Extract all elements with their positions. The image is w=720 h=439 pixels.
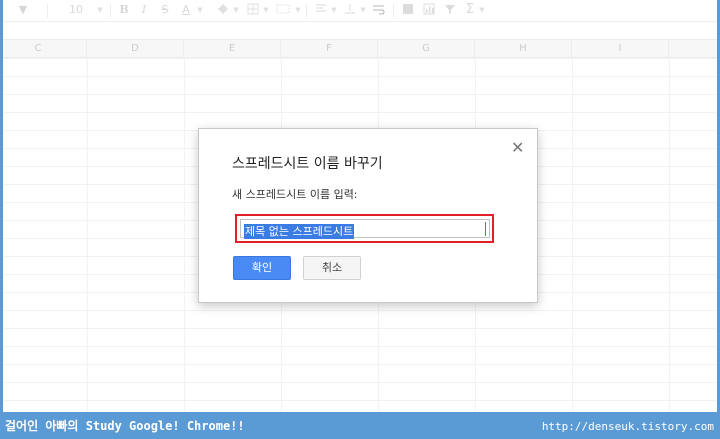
- close-icon[interactable]: ✕: [511, 140, 524, 156]
- text-cursor: [485, 222, 486, 236]
- watermark-url: http://denseuk.tistory.com: [541, 420, 714, 433]
- dialog-title: 스프레드시트 이름 바꾸기: [232, 156, 383, 172]
- selected-input-text: 제목 없는 스프레드시트: [244, 224, 355, 239]
- ok-button[interactable]: 확인: [233, 256, 291, 280]
- watermark-bar: 걸어인 아빠의 Study Google! Chrome!! http://de…: [0, 412, 720, 439]
- highlight-box: 제목 없는 스프레드시트: [235, 214, 494, 243]
- rename-dialog: 스프레드시트 이름 바꾸기 ✕ 새 스프레드시트 이름 입력: 제목 없는 스프…: [198, 128, 538, 303]
- watermark-text: 걸어인 아빠의 Study Google! Chrome!!: [5, 419, 245, 433]
- dialog-input-label: 새 스프레드시트 이름 입력:: [232, 188, 358, 201]
- cancel-button[interactable]: 취소: [303, 256, 361, 280]
- spreadsheet-name-input[interactable]: 제목 없는 스프레드시트: [240, 219, 490, 239]
